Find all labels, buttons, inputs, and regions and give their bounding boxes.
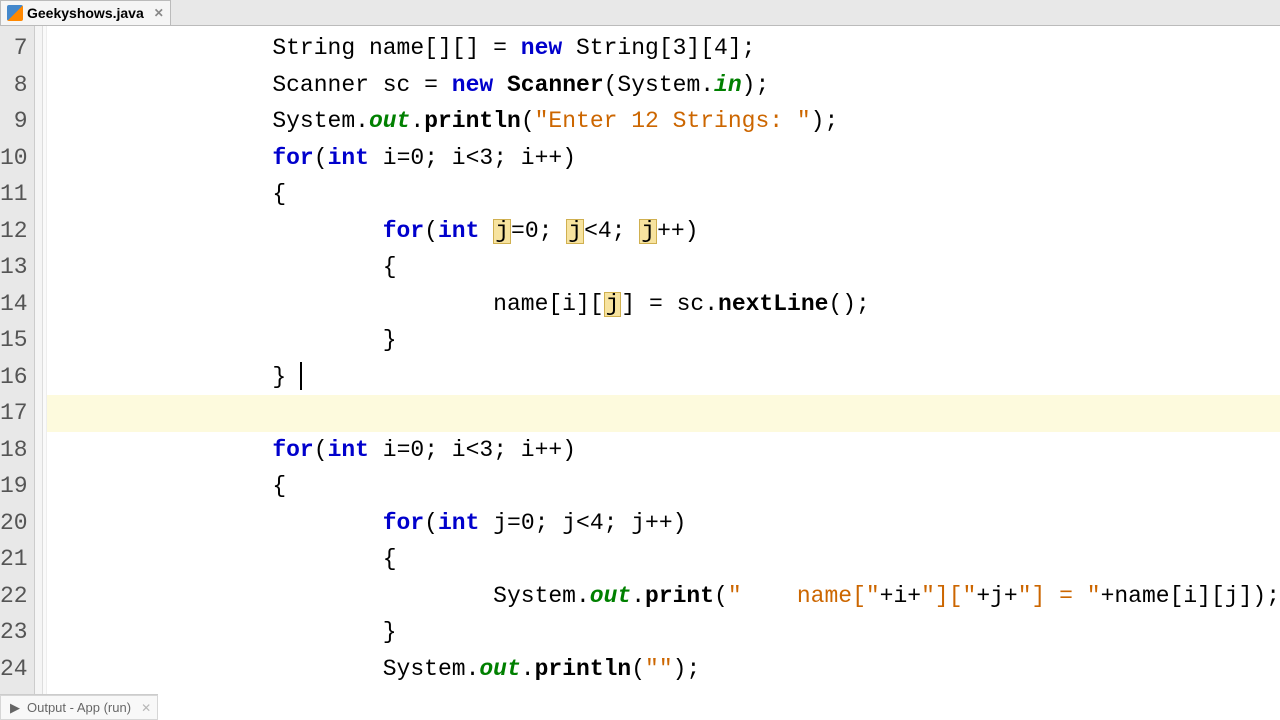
line-number: 24: [0, 651, 34, 688]
line-number: 18: [0, 432, 34, 469]
line-number: 15: [0, 322, 34, 359]
close-icon[interactable]: ✕: [135, 701, 151, 715]
code-line[interactable]: {: [47, 176, 1280, 213]
line-number: 23: [0, 614, 34, 651]
code-line[interactable]: System.out.print(" name["+i+"]["+j+"] = …: [47, 578, 1280, 615]
java-file-icon: [7, 5, 23, 21]
code-line[interactable]: [47, 395, 1280, 432]
line-number-gutter: 789101112131415161718192021222324: [0, 26, 35, 694]
code-line[interactable]: }: [47, 614, 1280, 651]
code-editor[interactable]: 789101112131415161718192021222324 String…: [0, 26, 1280, 694]
output-tab-label: Output - App (run): [27, 700, 131, 715]
fold-strip: [35, 26, 44, 694]
text-cursor: [300, 362, 302, 390]
code-line[interactable]: name[i][j] = sc.nextLine();: [47, 286, 1280, 323]
line-number: 7: [0, 30, 34, 67]
line-number: 21: [0, 541, 34, 578]
line-number: 22: [0, 578, 34, 615]
file-tab-label: Geekyshows.java: [27, 5, 144, 21]
line-number: 10: [0, 140, 34, 177]
code-line[interactable]: {: [47, 468, 1280, 505]
file-tab[interactable]: Geekyshows.java ✕: [0, 0, 171, 25]
line-number: 16: [0, 359, 34, 396]
close-icon[interactable]: ✕: [148, 6, 164, 20]
code-line[interactable]: String name[][] = new String[3][4];: [47, 30, 1280, 67]
code-line[interactable]: for(int i=0; i<3; i++): [47, 432, 1280, 469]
line-number: 14: [0, 286, 34, 323]
code-line[interactable]: }: [47, 322, 1280, 359]
code-line[interactable]: Scanner sc = new Scanner(System.in);: [47, 67, 1280, 104]
code-line[interactable]: for(int j=0; j<4; j++): [47, 213, 1280, 250]
bottom-panel-tabs: ▶ Output - App (run) ✕: [0, 694, 158, 720]
line-number: 12: [0, 213, 34, 250]
code-line[interactable]: {: [47, 541, 1280, 578]
line-number: 9: [0, 103, 34, 140]
code-line[interactable]: for(int j=0; j<4; j++): [47, 505, 1280, 542]
line-number: 11: [0, 176, 34, 213]
line-number: 19: [0, 468, 34, 505]
line-number: 13: [0, 249, 34, 286]
code-line[interactable]: System.out.println("Enter 12 Strings: ")…: [47, 103, 1280, 140]
code-line[interactable]: {: [47, 249, 1280, 286]
line-number: 20: [0, 505, 34, 542]
output-tab[interactable]: ▶ Output - App (run) ✕: [0, 695, 158, 720]
code-content[interactable]: String name[][] = new String[3][4]; Scan…: [47, 26, 1280, 694]
editor-tab-bar: Geekyshows.java ✕: [0, 0, 1280, 26]
line-number: 17: [0, 395, 34, 432]
code-line[interactable]: for(int i=0; i<3; i++): [47, 140, 1280, 177]
code-line[interactable]: }: [47, 359, 1280, 396]
output-icon: ▶: [7, 700, 23, 716]
line-number: 8: [0, 67, 34, 104]
code-line[interactable]: System.out.println("");: [47, 651, 1280, 688]
